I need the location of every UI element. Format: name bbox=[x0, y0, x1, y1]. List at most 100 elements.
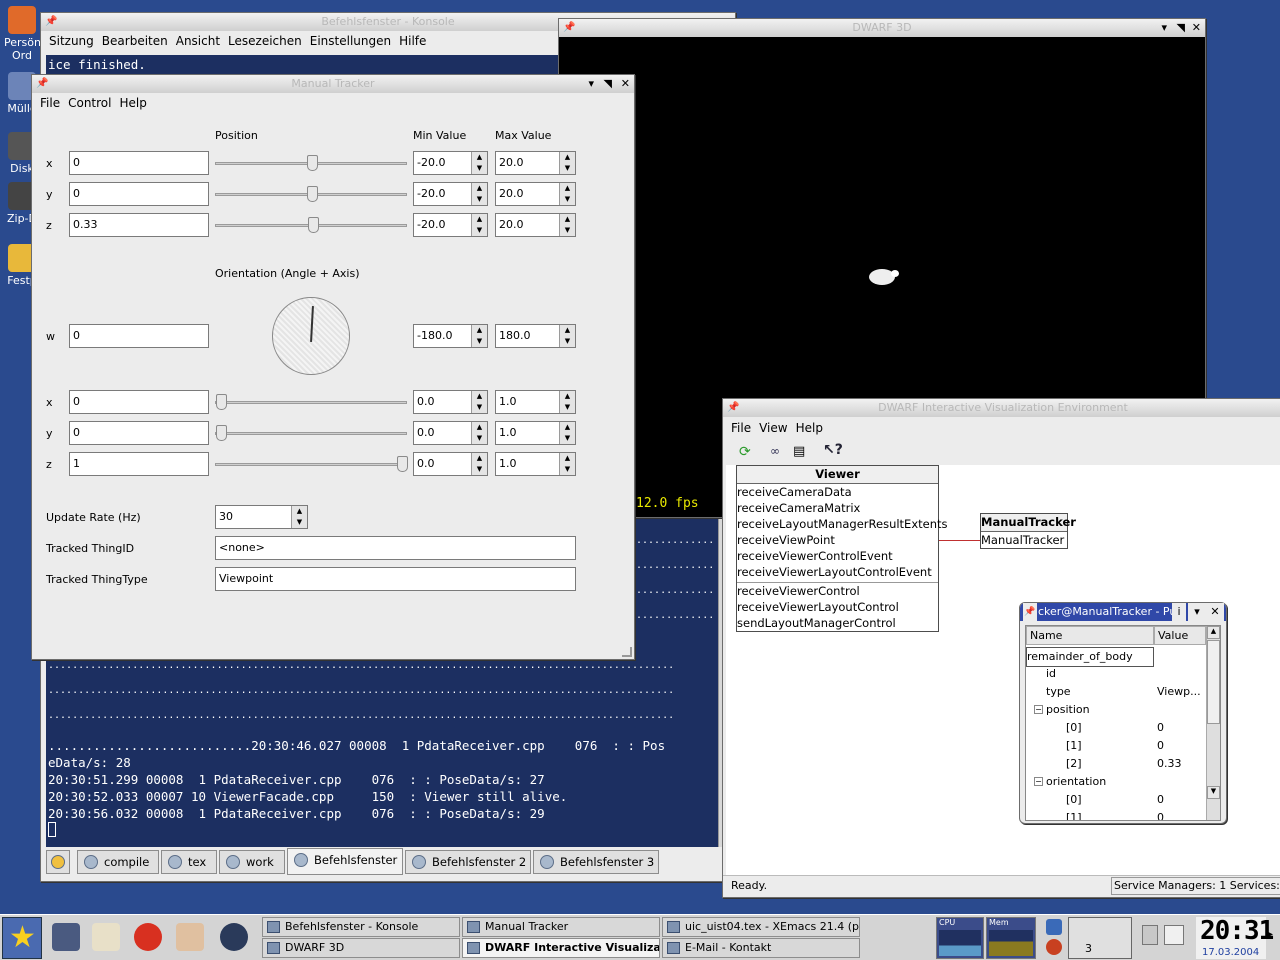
menu-file[interactable]: File bbox=[40, 96, 60, 110]
pos-y-slider[interactable] bbox=[215, 186, 407, 202]
desktop-pager[interactable]: 3 bbox=[1068, 917, 1132, 959]
calendar-icon[interactable] bbox=[1164, 925, 1184, 945]
ability-item[interactable]: sendLayoutManagerControl bbox=[737, 615, 938, 631]
menu-lesezeichen[interactable]: Lesezeichen bbox=[228, 34, 302, 48]
dive-titlebar[interactable]: 📌 DWARF Interactive Visualization Environ… bbox=[723, 399, 1280, 417]
desktop-icon-personal[interactable]: Persön Ord bbox=[4, 6, 41, 62]
resize-grip-icon[interactable] bbox=[622, 647, 632, 657]
dwarf3d-titlebar[interactable]: 📌 DWARF 3D ▾ ◥ ✕ bbox=[559, 19, 1205, 37]
menu-help[interactable]: Help bbox=[796, 421, 823, 435]
launcher-messenger-icon[interactable] bbox=[220, 923, 248, 951]
tab-befehlsfenster-3[interactable]: Befehlsfenster 3 bbox=[533, 850, 659, 874]
pin-icon[interactable]: 📌 bbox=[45, 13, 57, 31]
spin-arrows-icon[interactable]: ▲ ▼ bbox=[559, 214, 575, 236]
pos-z-value-field[interactable]: 0.33 bbox=[69, 213, 209, 237]
taskbar-button[interactable]: Manual Tracker bbox=[462, 917, 660, 937]
taskbar-scroll-icon[interactable]: ▸ bbox=[1268, 929, 1273, 940]
ori-x-min-spinbox[interactable]: 0.0 ▲ ▼ bbox=[413, 390, 488, 414]
tree-row[interactable]: [1] 0 bbox=[1026, 809, 1206, 820]
pin-icon[interactable]: 📌 bbox=[727, 399, 739, 417]
ori-z-min-spinbox[interactable]: 0.0 ▲ ▼ bbox=[413, 452, 488, 476]
spin-arrows-icon[interactable]: ▲ ▼ bbox=[471, 152, 487, 174]
column-header-name[interactable]: Name bbox=[1026, 626, 1154, 645]
taskbar-button[interactable]: DWARF Interactive Visualizatio bbox=[462, 938, 660, 958]
clock[interactable]: 20:31 17.03.2004 bbox=[1196, 916, 1274, 959]
info-icon[interactable]: i bbox=[1172, 603, 1186, 621]
ability-item[interactable]: receiveViewerLayoutControl bbox=[737, 599, 938, 615]
need-item[interactable]: receiveViewerLayoutControlEvent bbox=[737, 564, 938, 583]
spin-arrows-icon[interactable]: ▲ ▼ bbox=[471, 422, 487, 444]
property-tree[interactable]: Name Value remainder_of_body id type Vie… bbox=[1025, 625, 1221, 821]
properties-titlebar[interactable]: 📌 cker@ManualTracker - Pu i ▾ ✕ bbox=[1020, 603, 1226, 621]
viewer-node[interactable]: Viewer receiveCameraData receiveCameraMa… bbox=[736, 465, 948, 632]
thing-id-field[interactable]: <none> bbox=[215, 536, 576, 560]
start-button[interactable]: ★ bbox=[2, 917, 42, 959]
menu-view[interactable]: View bbox=[759, 421, 787, 435]
manualtracker-node-item[interactable]: ManualTracker bbox=[981, 532, 1067, 548]
spin-arrows-icon[interactable]: ▲ ▼ bbox=[559, 325, 575, 347]
menu-bearbeiten[interactable]: Bearbeiten bbox=[102, 34, 168, 48]
w-min-spinbox[interactable]: -180.0 ▲ ▼ bbox=[413, 324, 488, 348]
ori-y-slider[interactable] bbox=[215, 425, 407, 441]
pin-icon[interactable]: 📌 bbox=[36, 75, 48, 93]
spin-arrows-icon[interactable]: ▲ ▼ bbox=[559, 183, 575, 205]
menu-control[interactable]: Control bbox=[68, 96, 111, 110]
spin-arrows-icon[interactable]: ▲ ▼ bbox=[471, 453, 487, 475]
need-item[interactable]: receiveCameraMatrix bbox=[737, 500, 938, 516]
slider-handle[interactable] bbox=[397, 456, 408, 472]
pos-x-value-field[interactable]: 0 bbox=[69, 151, 209, 175]
need-item[interactable]: receiveViewPoint bbox=[737, 532, 938, 548]
spin-arrows-icon[interactable]: ▲ ▼ bbox=[471, 325, 487, 347]
ori-x-value-field[interactable]: 0 bbox=[69, 390, 209, 414]
spin-arrows-icon[interactable]: ▲ ▼ bbox=[559, 391, 575, 413]
minimize-icon[interactable]: ▾ bbox=[588, 75, 594, 93]
tree-row[interactable]: − position bbox=[1026, 701, 1206, 719]
pin-icon[interactable]: 📌 bbox=[563, 19, 575, 37]
tree-row[interactable]: [1] 0 bbox=[1026, 737, 1206, 755]
tab-work[interactable]: work bbox=[219, 850, 285, 874]
tree-row[interactable]: [0] 0 bbox=[1026, 791, 1206, 809]
pos-z-slider[interactable] bbox=[215, 217, 407, 233]
ori-y-value-field[interactable]: 0 bbox=[69, 421, 209, 445]
spin-arrows-icon[interactable]: ▲ ▼ bbox=[559, 453, 575, 475]
slider-handle[interactable] bbox=[307, 155, 318, 171]
pos-x-min-spinbox[interactable]: -20.0 ▲ ▼ bbox=[413, 151, 488, 175]
spin-arrows-icon[interactable]: ▲ ▼ bbox=[471, 391, 487, 413]
orientation-dial[interactable] bbox=[272, 297, 350, 375]
tracker-titlebar[interactable]: 📌 Manual Tracker ▾ ◥ ✕ bbox=[32, 75, 634, 93]
need-item[interactable]: receiveCameraData bbox=[737, 484, 938, 500]
menu-ansicht[interactable]: Ansicht bbox=[176, 34, 220, 48]
tab-tex[interactable]: tex bbox=[161, 850, 217, 874]
thing-type-field[interactable]: Viewpoint bbox=[215, 567, 576, 591]
tree-row[interactable]: id bbox=[1026, 665, 1206, 683]
refresh-icon[interactable]: ⟳ bbox=[739, 444, 755, 460]
manualtracker-node[interactable]: ManualTracker ManualTracker bbox=[980, 513, 1076, 549]
mem-monitor[interactable]: Mem bbox=[986, 917, 1036, 959]
ori-y-min-spinbox[interactable]: 0.0 ▲ ▼ bbox=[413, 421, 488, 445]
ori-z-max-spinbox[interactable]: 1.0 ▲ ▼ bbox=[495, 452, 576, 476]
launcher-mail-icon[interactable] bbox=[134, 923, 162, 951]
ori-z-value-field[interactable]: 1 bbox=[69, 452, 209, 476]
column-header-value[interactable]: Value bbox=[1154, 626, 1206, 645]
tree-row[interactable]: [0] 0 bbox=[1026, 719, 1206, 737]
menu-einstellungen[interactable]: Einstellungen bbox=[310, 34, 391, 48]
slider-handle[interactable] bbox=[216, 425, 227, 441]
pos-z-min-spinbox[interactable]: -20.0 ▲ ▼ bbox=[413, 213, 488, 237]
close-icon[interactable]: ✕ bbox=[621, 75, 630, 93]
cpu-monitor[interactable]: CPU bbox=[936, 917, 984, 959]
tab-befehlsfenster-2[interactable]: Befehlsfenster 2 bbox=[405, 850, 531, 874]
spin-arrows-icon[interactable]: ▲ ▼ bbox=[471, 183, 487, 205]
menu-hilfe[interactable]: Hilfe bbox=[399, 34, 426, 48]
close-icon[interactable]: ✕ bbox=[1192, 19, 1201, 37]
w-max-spinbox[interactable]: 180.0 ▲ ▼ bbox=[495, 324, 576, 348]
pos-x-max-spinbox[interactable]: 20.0 ▲ ▼ bbox=[495, 151, 576, 175]
tree-row[interactable]: type Viewp... bbox=[1026, 683, 1206, 701]
maximize-icon[interactable]: ◥ bbox=[604, 75, 612, 93]
pos-y-value-field[interactable]: 0 bbox=[69, 182, 209, 206]
spin-arrows-icon[interactable]: ▲ ▼ bbox=[559, 152, 575, 174]
pos-y-max-spinbox[interactable]: 20.0 ▲ ▼ bbox=[495, 182, 576, 206]
pos-x-slider[interactable] bbox=[215, 155, 407, 171]
taskbar-button[interactable]: DWARF 3D bbox=[262, 938, 460, 958]
whats-this-icon[interactable]: ↖? bbox=[823, 442, 843, 460]
taskbar-button[interactable]: Befehlsfenster - Konsole bbox=[262, 917, 460, 937]
